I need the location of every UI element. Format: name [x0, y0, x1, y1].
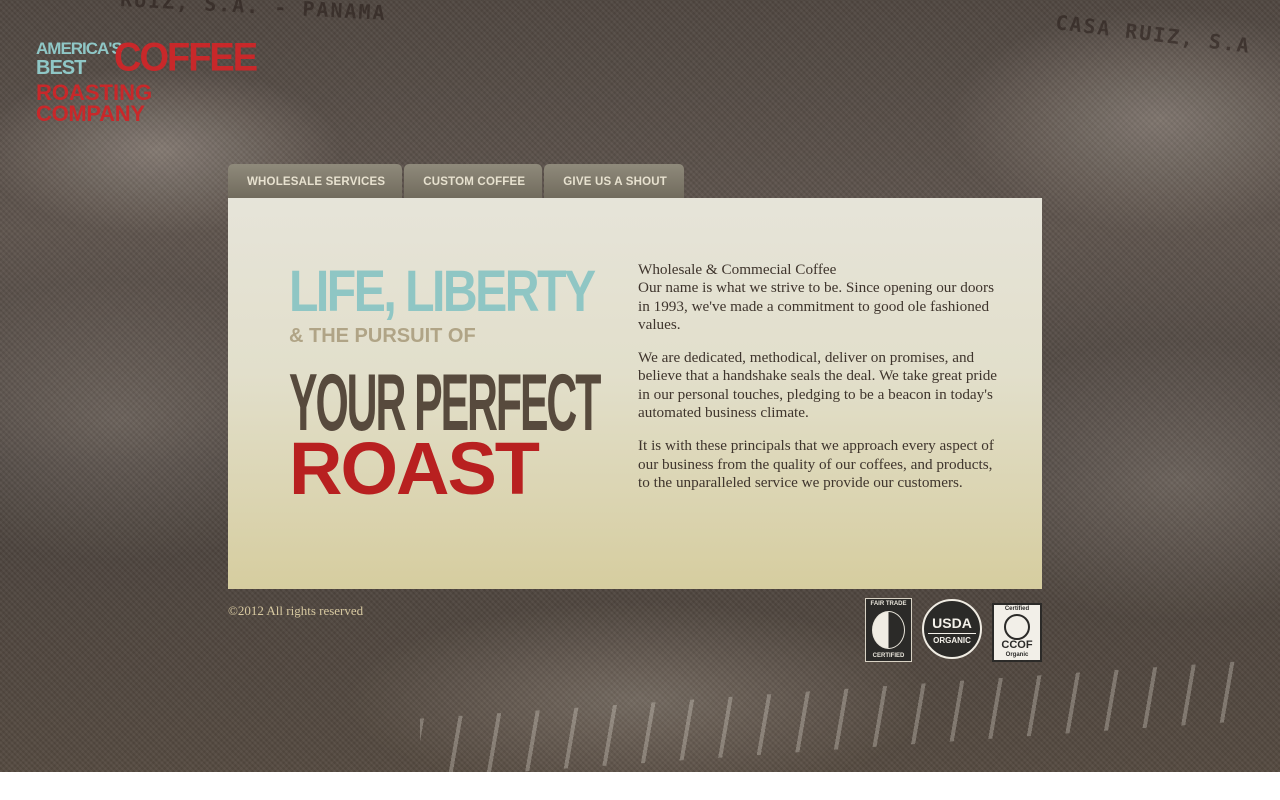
badge-label: USDA: [932, 615, 972, 631]
badge-label: Organic: [1005, 652, 1029, 658]
body-heading: Wholesale & Commecial Coffee: [638, 261, 837, 278]
badge-label: CERTIFIED: [872, 653, 905, 659]
logo-line: COFFEE: [114, 35, 258, 81]
fair-trade-figure-icon: [872, 611, 905, 649]
content-panel: LIFE, LIBERTY & THE PURSUIT OF YOUR PERF…: [228, 198, 1042, 589]
sack-print-text: CASA RUIZ, S.A: [1054, 10, 1253, 58]
ccof-organic-badge-icon: Certified CCOF Organic: [992, 603, 1042, 662]
headline-life-liberty: LIFE, LIBERTY: [289, 259, 596, 324]
body-paragraph: We are dedicated, methodical, deliver on…: [638, 349, 998, 422]
ccof-seal-icon: [1004, 614, 1030, 640]
headline-your-perfect: YOUR PERFECT: [289, 358, 601, 449]
body-copy: Wholesale & Commecial Coffee Our name is…: [638, 261, 998, 507]
body-paragraph: It is with these principals that we appr…: [638, 437, 994, 491]
logo-line: COMPANY: [36, 101, 145, 126]
main-nav: WHOLESALE SERVICES CUSTOM COFFEE GIVE US…: [228, 164, 686, 198]
sack-print-text: RUIZ, S.A. - PANAMA: [119, 0, 388, 25]
logo-line: AMERICA'S: [36, 39, 123, 58]
headline-pursuit: & THE PURSUIT OF: [289, 325, 476, 347]
badge-label: ORGANIC: [928, 633, 976, 645]
badge-label: CCOF: [1001, 639, 1033, 651]
company-logo[interactable]: AMERICA'S BEST COFFEE ROASTING COMPANY: [36, 38, 258, 128]
badge-label: FAIR TRADE: [870, 601, 907, 607]
badge-label: Certified: [1004, 606, 1030, 612]
usda-organic-badge-icon: USDA ORGANIC: [922, 599, 982, 659]
body-paragraph: Our name is what we strive to be. Since …: [638, 279, 994, 333]
tab-give-us-a-shout[interactable]: GIVE US A SHOUT: [544, 164, 685, 198]
headline: LIFE, LIBERTY & THE PURSUIT OF YOUR PERF…: [289, 259, 609, 506]
sack-stitching: [420, 661, 1240, 772]
tab-wholesale-services[interactable]: WHOLESALE SERVICES: [228, 164, 403, 198]
fair-trade-badge-icon: FAIR TRADE CERTIFIED: [865, 598, 912, 662]
copyright: ©2012 All rights reserved: [228, 603, 364, 618]
logo-line: BEST: [36, 57, 86, 79]
tab-custom-coffee[interactable]: CUSTOM COFFEE: [404, 164, 543, 198]
